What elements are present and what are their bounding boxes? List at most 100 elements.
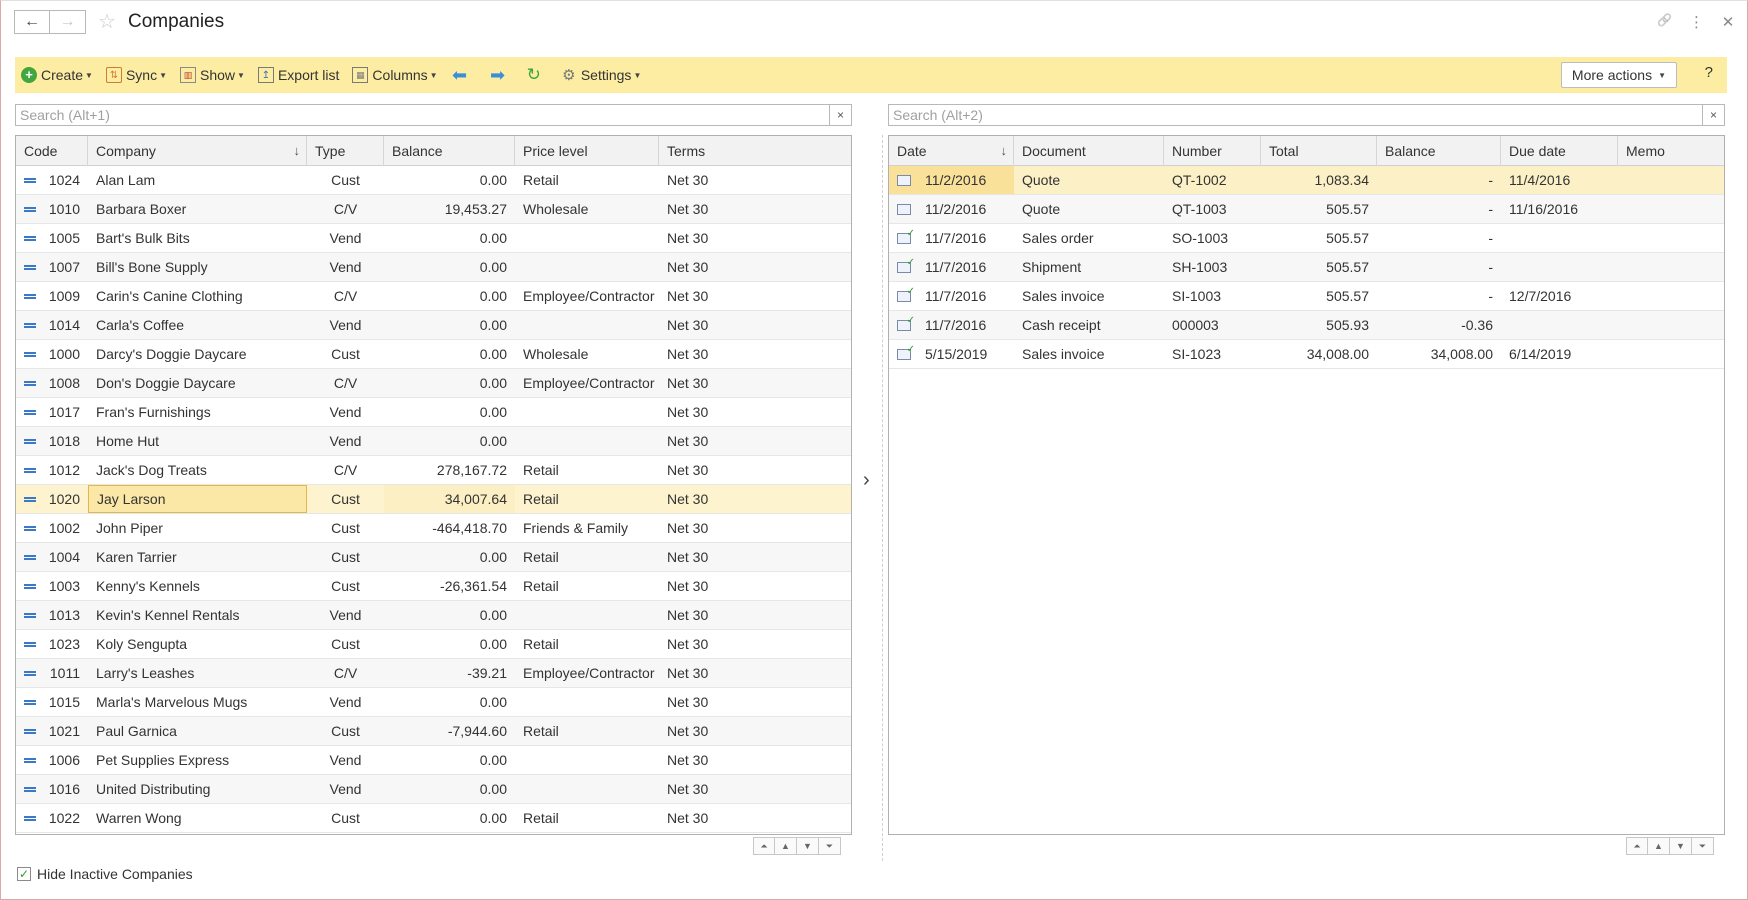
table-row[interactable]: 1016 United Distributing Vend 0.00 Net 30 — [16, 775, 851, 804]
next-record-icon[interactable]: ➡ — [489, 65, 507, 85]
help-button[interactable]: ? — [1705, 64, 1713, 81]
table-row[interactable]: 1012 Jack's Dog Treats C/V 278,167.72 Retail… — [16, 456, 851, 485]
columns-label: Columns — [372, 67, 428, 83]
column-header-date[interactable]: Date ↓ — [889, 136, 1014, 166]
table-row[interactable]: 1000 Darcy's Doggie Daycare Cust 0.00 Wholes… — [16, 340, 851, 369]
table-row[interactable]: 1013 Kevin's Kennel Rentals Vend 0.00 Net 30 — [16, 601, 851, 630]
table-row[interactable]: 1015 Marla's Marvelous Mugs Vend 0.00 Net 30 — [16, 688, 851, 717]
cell-price-level — [515, 746, 659, 774]
table-row[interactable]: 1010 Barbara Boxer C/V 19,453.27 Wholesale Ne… — [16, 195, 851, 224]
cell-document: Sales invoice — [1022, 346, 1105, 362]
cell-code: 1018 — [16, 427, 88, 455]
column-header-terms[interactable]: Terms — [659, 136, 851, 166]
transactions-search-input[interactable] — [889, 105, 1702, 125]
more-actions-button[interactable]: More actions ▼ — [1560, 62, 1677, 88]
companies-search-input[interactable] — [16, 105, 829, 125]
table-row[interactable]: 11/2/2016 Quote QT-1003 505.57 -11/16/2016 — [889, 195, 1724, 224]
table-row[interactable]: 1005 Bart's Bulk Bits Vend 0.00 Net 30 — [16, 224, 851, 253]
scroll-bottom-icon[interactable]: ⏷ — [1692, 837, 1714, 855]
column-header-price-level[interactable]: Price level — [515, 136, 659, 166]
table-row[interactable]: 1002 John Piper Cust -464,418.70 Friends & F… — [16, 514, 851, 543]
scroll-down-icon[interactable]: ▼ — [1670, 837, 1692, 855]
back-arrow-icon: ← — [24, 13, 40, 30]
export-list-button[interactable]: ↥ Export list — [257, 67, 339, 83]
cell-company: Marla's Marvelous Mugs — [96, 694, 248, 710]
show-button[interactable]: ▥ Show ▼ — [180, 67, 245, 83]
table-row[interactable]: 11/7/2016 Sales invoice SI-1003 505.57 -12/7… — [889, 282, 1724, 311]
table-row[interactable]: 1003 Kenny's Kennels Cust -26,361.54 Retail N… — [16, 572, 851, 601]
forward-arrow-icon: → — [59, 13, 76, 30]
table-row[interactable]: 1006 Pet Supplies Express Vend 0.00 Net 30 — [16, 746, 851, 775]
column-header-due-date[interactable]: Due date — [1501, 136, 1618, 166]
column-header-document[interactable]: Document — [1014, 136, 1164, 166]
table-row[interactable]: 1007 Bill's Bone Supply Vend 0.00 Net 30 — [16, 253, 851, 282]
column-header-company[interactable]: Company ↓ — [88, 136, 307, 166]
column-header-number[interactable]: Number — [1164, 136, 1261, 166]
clear-search-icon[interactable]: × — [1702, 105, 1724, 125]
table-row[interactable]: 1021 Paul Garnica Cust -7,944.60 Retail Net 3… — [16, 717, 851, 746]
show-label: Show — [200, 67, 236, 83]
scroll-down-icon[interactable]: ▼ — [797, 837, 819, 855]
scroll-top-icon[interactable]: ⏶ — [1626, 837, 1648, 855]
table-row[interactable]: 1024 Alan Lam Cust 0.00 Retail Net 30 — [16, 166, 851, 195]
companies-search: × — [15, 104, 852, 126]
transactions-search: × — [888, 104, 1725, 126]
favorite-star-icon[interactable]: ☆ — [98, 11, 116, 33]
table-row[interactable]: 11/7/2016 Cash receipt 000003 505.93 -0.36 — [889, 311, 1724, 340]
create-button[interactable]: + Create ▼ — [21, 67, 93, 83]
chevron-right-icon[interactable]: › — [863, 469, 870, 492]
scroll-up-icon[interactable]: ▲ — [1648, 837, 1670, 855]
cell-code: 1022 — [16, 804, 88, 832]
column-header-code[interactable]: Code — [16, 136, 88, 166]
scroll-up-icon[interactable]: ▲ — [775, 837, 797, 855]
hide-inactive-checkbox[interactable]: ✓ — [17, 867, 31, 881]
cell-company: Home Hut — [96, 433, 160, 449]
table-row[interactable]: 1020 Jay Larson Cust 34,007.64 Retail Net 30 — [16, 485, 851, 514]
column-header-type[interactable]: Type — [307, 136, 384, 166]
table-row[interactable]: 1004 Karen Tarrier Cust 0.00 Retail Net 30 — [16, 543, 851, 572]
cell-date: 11/7/2016 — [889, 311, 1014, 339]
table-row[interactable]: 1022 Warren Wong Cust 0.00 Retail Net 30 — [16, 804, 851, 833]
cell-terms: Net 30 — [667, 346, 709, 362]
columns-button[interactable]: ▦ Columns ▼ — [352, 67, 438, 83]
report-icon: ▥ — [180, 67, 196, 83]
table-row[interactable]: 1023 Koly Sengupta Cust 0.00 Retail Net 30 — [16, 630, 851, 659]
column-header-balance[interactable]: Balance — [1377, 136, 1501, 166]
scroll-bottom-icon[interactable]: ⏷ — [819, 837, 841, 855]
table-row[interactable]: 11/7/2016 Sales order SO-1003 505.57 - — [889, 224, 1724, 253]
forward-button[interactable]: → — [50, 10, 86, 34]
company-row-icon — [24, 467, 36, 473]
table-row[interactable]: 1018 Home Hut Vend 0.00 Net 30 — [16, 427, 851, 456]
cell-terms: Net 30 — [667, 433, 709, 449]
clear-search-icon[interactable]: × — [829, 105, 851, 125]
refresh-icon[interactable]: ↻ — [527, 65, 541, 85]
table-row[interactable]: 11/2/2016 Quote QT-1002 1,083.34 -11/4/2016 — [889, 166, 1724, 195]
link-icon[interactable]: 🔗 — [1657, 13, 1672, 31]
cell-memo — [1618, 282, 1724, 310]
hide-inactive-toggle[interactable]: ✓ Hide Inactive Companies — [17, 866, 193, 882]
table-row[interactable]: 1011 Larry's Leashes C/V -39.21 Employee/Con… — [16, 659, 851, 688]
table-row[interactable]: 1014 Carla's Coffee Vend 0.00 Net 30 — [16, 311, 851, 340]
cell-balance: 0.00 — [479, 694, 507, 710]
title-bar: ← → ☆ Companies 🔗 ⋮ ✕ — [1, 1, 1747, 45]
table-row[interactable]: 1008 Don's Doggie Daycare C/V 0.00 Employee/… — [16, 369, 851, 398]
table-row[interactable]: 11/7/2016 Shipment SH-1003 505.57 - — [889, 253, 1724, 282]
code-value: 1003 — [48, 578, 80, 594]
close-icon[interactable]: ✕ — [1721, 13, 1735, 31]
cell-code: 1014 — [16, 311, 88, 339]
cell-memo — [1618, 166, 1724, 194]
column-header-memo[interactable]: Memo — [1618, 136, 1724, 166]
back-button[interactable]: ← — [14, 10, 50, 34]
cell-type: Cust — [331, 346, 360, 362]
previous-record-icon[interactable]: ⬅ — [451, 65, 469, 85]
column-header-total[interactable]: Total — [1261, 136, 1377, 166]
settings-button[interactable]: ⚙ Settings ▼ — [561, 67, 641, 84]
table-row[interactable]: 1017 Fran's Furnishings Vend 0.00 Net 30 — [16, 398, 851, 427]
scroll-top-icon[interactable]: ⏶ — [753, 837, 775, 855]
cell-company: Kenny's Kennels — [96, 578, 200, 594]
table-row[interactable]: 1009 Carin's Canine Clothing C/V 0.00 Employ… — [16, 282, 851, 311]
column-header-balance[interactable]: Balance — [384, 136, 515, 166]
more-menu-icon[interactable]: ⋮ — [1689, 13, 1704, 31]
table-row[interactable]: 5/15/2019 Sales invoice SI-1023 34,008.00 34… — [889, 340, 1724, 369]
sync-button[interactable]: ⇅ Sync ▼ — [105, 67, 167, 83]
